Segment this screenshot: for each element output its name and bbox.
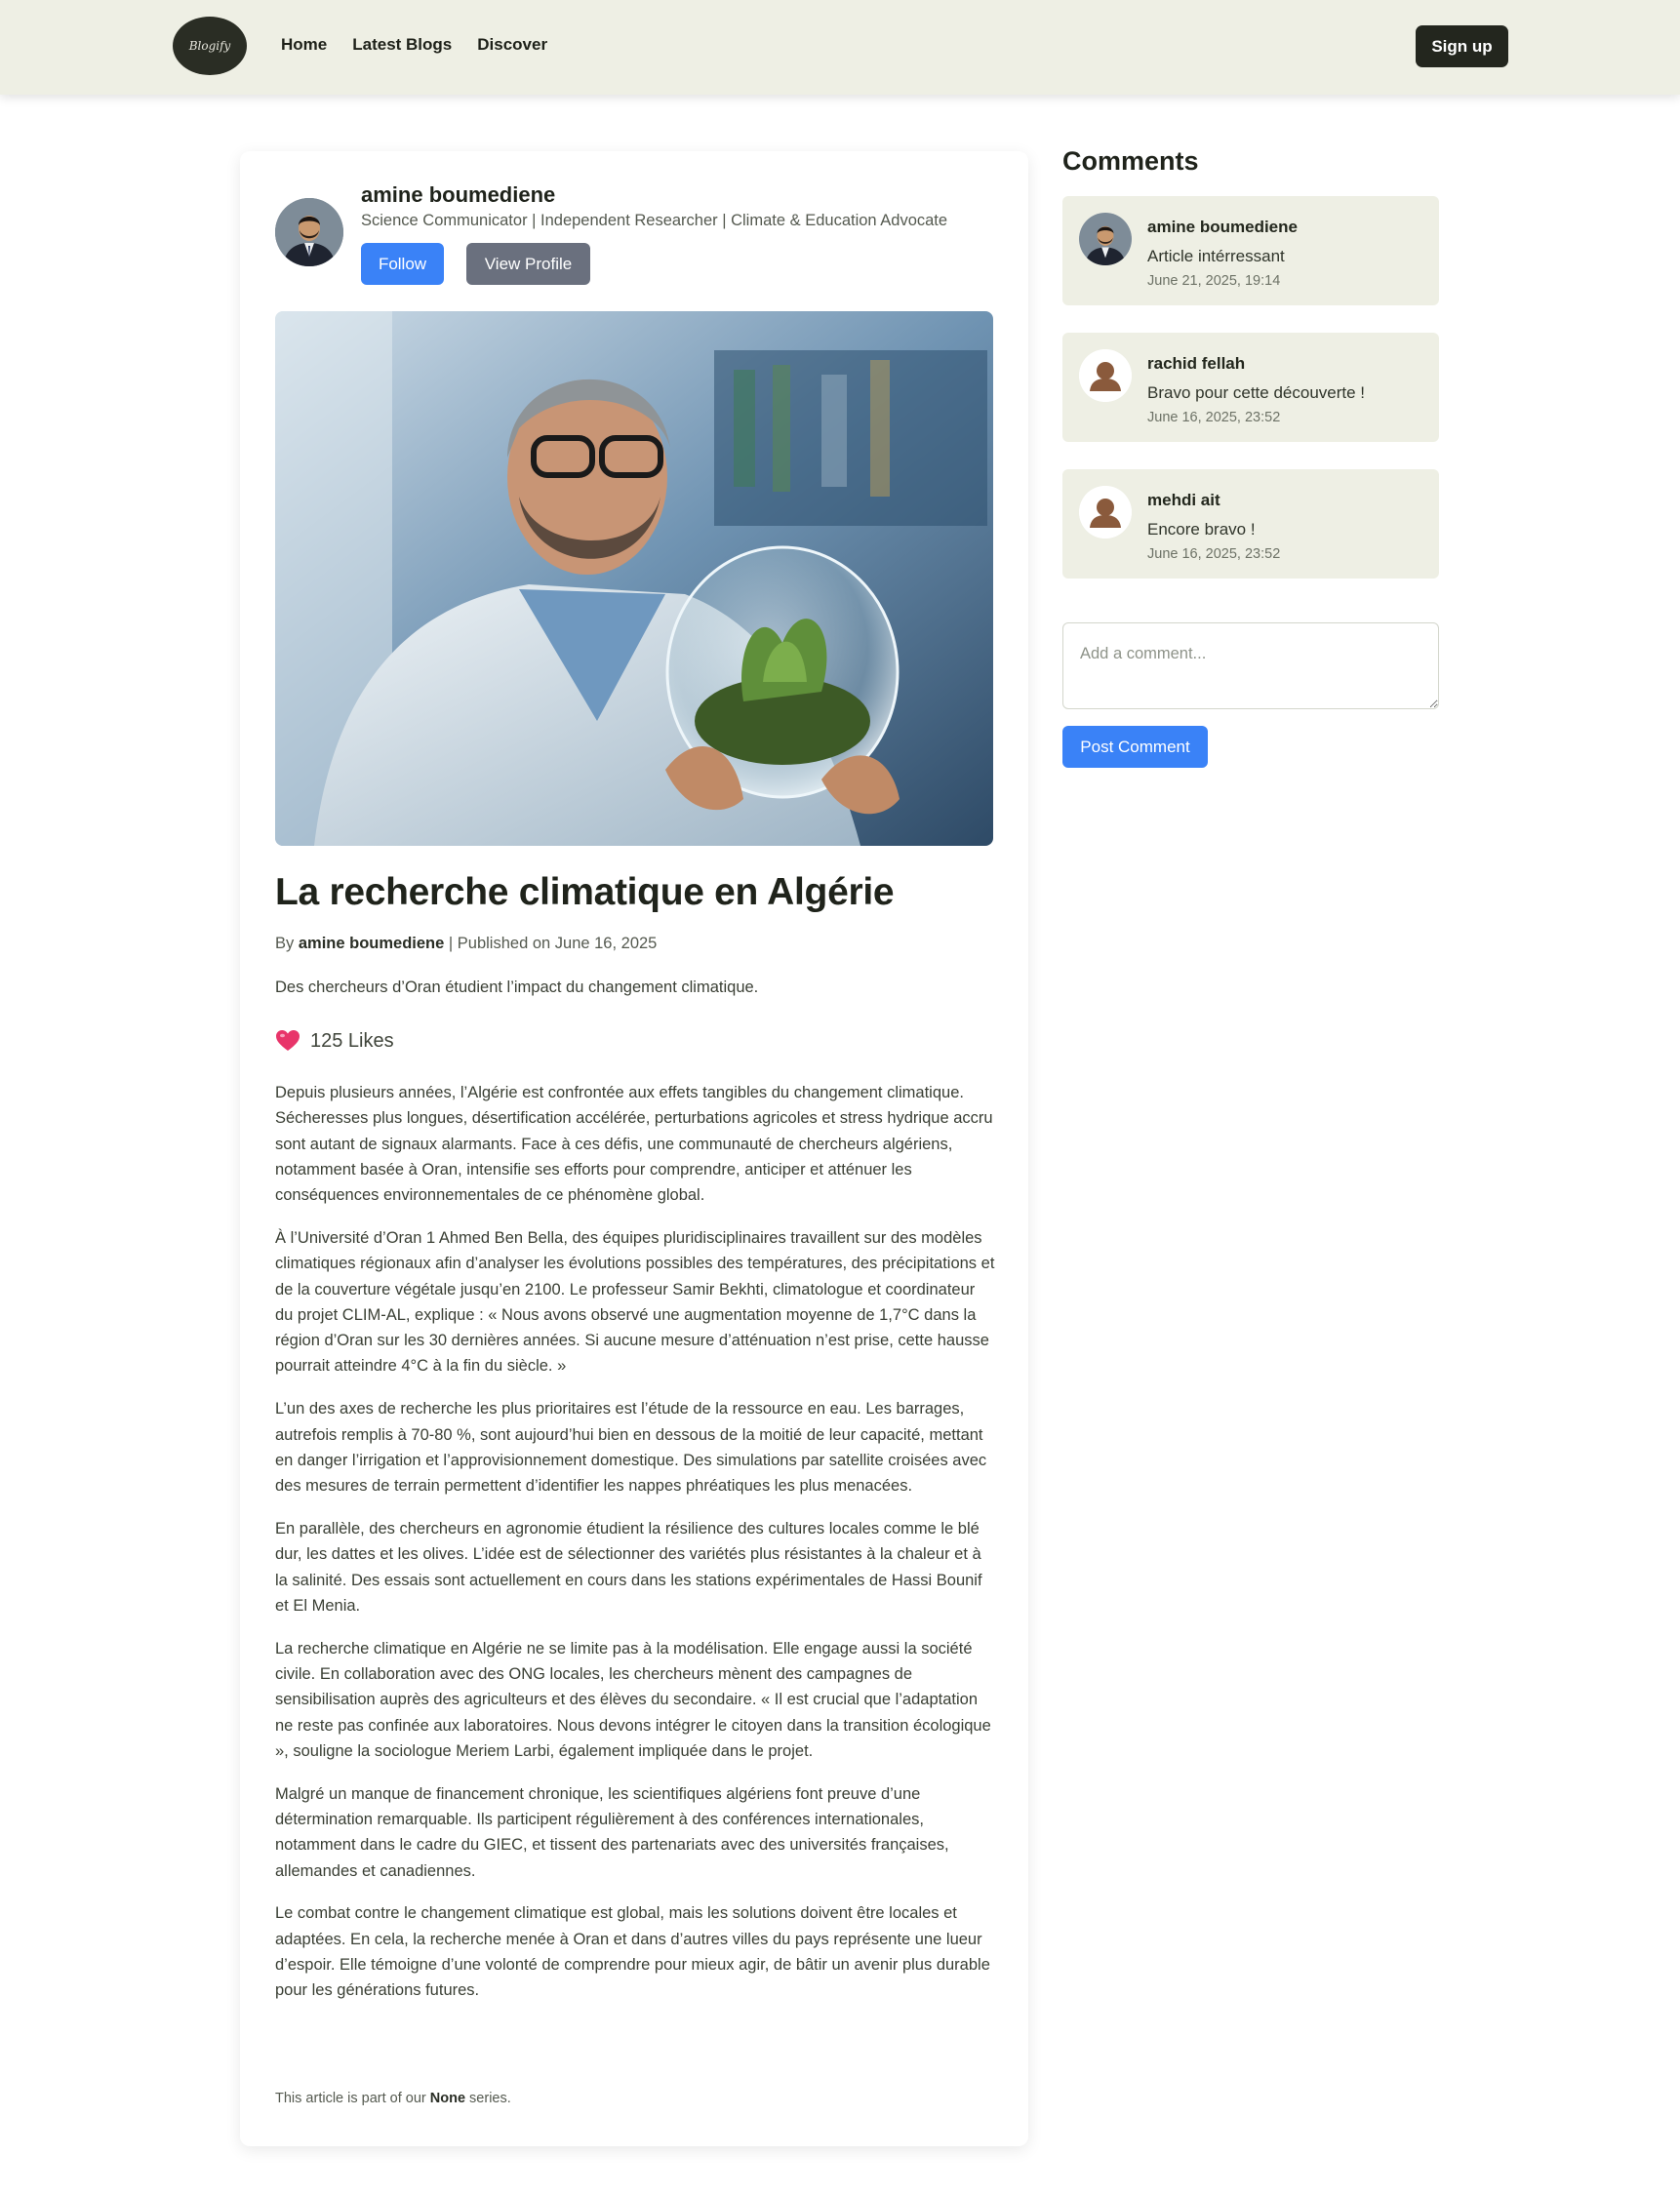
- comment-date: June 16, 2025, 23:52: [1147, 410, 1281, 425]
- byline-prefix: By: [275, 935, 295, 952]
- nav-link-latest-blogs[interactable]: Latest Blogs: [352, 35, 452, 55]
- post-comment-button[interactable]: Post Comment: [1062, 726, 1208, 768]
- comment-item: rachid fellah Bravo pour cette découvert…: [1062, 333, 1439, 442]
- nav-link-home[interactable]: Home: [281, 35, 327, 55]
- comment-input[interactable]: [1062, 622, 1439, 709]
- article-paragraph: En parallèle, des chercheurs en agronomi…: [275, 1519, 982, 1615]
- like-control[interactable]: 125 Likes: [275, 1029, 394, 1053]
- series-name: None: [429, 2091, 466, 2106]
- comment-author[interactable]: amine boumediene: [1147, 218, 1298, 237]
- series-prefix: This article is part of our: [275, 2091, 426, 2106]
- comment-text: Encore bravo !: [1147, 520, 1256, 539]
- comment-text: Article intérressant: [1147, 247, 1285, 265]
- view-profile-button[interactable]: View Profile: [466, 243, 590, 285]
- author-photo-icon: [275, 198, 343, 266]
- comment-author[interactable]: mehdi ait: [1147, 491, 1220, 510]
- article-body: Depuis plusieurs années, l’Algérie est c…: [275, 1080, 997, 2020]
- comment-date: June 21, 2025, 19:14: [1147, 273, 1281, 289]
- comment-item: amine boumediene Article intérressant Ju…: [1062, 196, 1439, 305]
- article-paragraph: Le combat contre le changement climatiqu…: [275, 1904, 990, 2000]
- article-card: amine boumediene Science Communicator | …: [240, 151, 1028, 2146]
- article-paragraph: La recherche climatique en Algérie ne se…: [275, 1639, 991, 1760]
- author-avatar[interactable]: [275, 198, 343, 266]
- main-nav: Home Latest Blogs Discover: [281, 35, 573, 55]
- top-navbar: Blogify Home Latest Blogs Discover Sign …: [0, 0, 1680, 95]
- series-note: This article is part of our None series.: [275, 2091, 511, 2106]
- likes-count: 125 Likes: [310, 1029, 394, 1052]
- comment-text: Bravo pour cette découverte !: [1147, 383, 1366, 402]
- comment-avatar[interactable]: [1079, 213, 1132, 265]
- article-paragraph: À l’Université d’Oran 1 Ahmed Ben Bella,…: [275, 1228, 995, 1376]
- article-paragraph: L’un des axes de recherche les plus prio…: [275, 1400, 987, 1496]
- default-user-icon: [1079, 349, 1132, 402]
- series-suffix: series.: [469, 2091, 511, 2106]
- comments-heading: Comments: [1062, 146, 1199, 176]
- scientist-lab-image: [275, 311, 993, 846]
- article-byline: By amine boumediene | Published on June …: [275, 935, 657, 953]
- sign-up-button[interactable]: Sign up: [1416, 25, 1508, 67]
- article-title: La recherche climatique en Algérie: [275, 871, 895, 913]
- author-name[interactable]: amine boumediene: [361, 182, 555, 208]
- site-logo[interactable]: Blogify: [173, 17, 247, 75]
- article-hero-image: [275, 311, 993, 846]
- logo-text: Blogify: [188, 39, 231, 53]
- author-bio: Science Communicator | Independent Resea…: [361, 212, 948, 229]
- follow-button[interactable]: Follow: [361, 243, 444, 285]
- user-photo-icon: [1079, 213, 1132, 265]
- comment-date: June 16, 2025, 23:52: [1147, 546, 1281, 562]
- article-paragraph: Depuis plusieurs années, l’Algérie est c…: [275, 1084, 993, 1205]
- comment-author[interactable]: rachid fellah: [1147, 354, 1245, 374]
- comment-avatar[interactable]: [1079, 349, 1132, 402]
- comment-avatar[interactable]: [1079, 486, 1132, 539]
- byline-author[interactable]: amine boumediene: [299, 935, 444, 952]
- article-paragraph: Malgré un manque de financement chroniqu…: [275, 1784, 949, 1880]
- heart-icon[interactable]: [275, 1029, 300, 1053]
- article-summary: Des chercheurs d’Oran étudient l’impact …: [275, 979, 759, 996]
- byline-published: | Published on June 16, 2025: [448, 935, 658, 952]
- nav-link-discover[interactable]: Discover: [477, 35, 547, 55]
- comment-item: mehdi ait Encore bravo ! June 16, 2025, …: [1062, 469, 1439, 579]
- default-user-icon: [1079, 486, 1132, 539]
